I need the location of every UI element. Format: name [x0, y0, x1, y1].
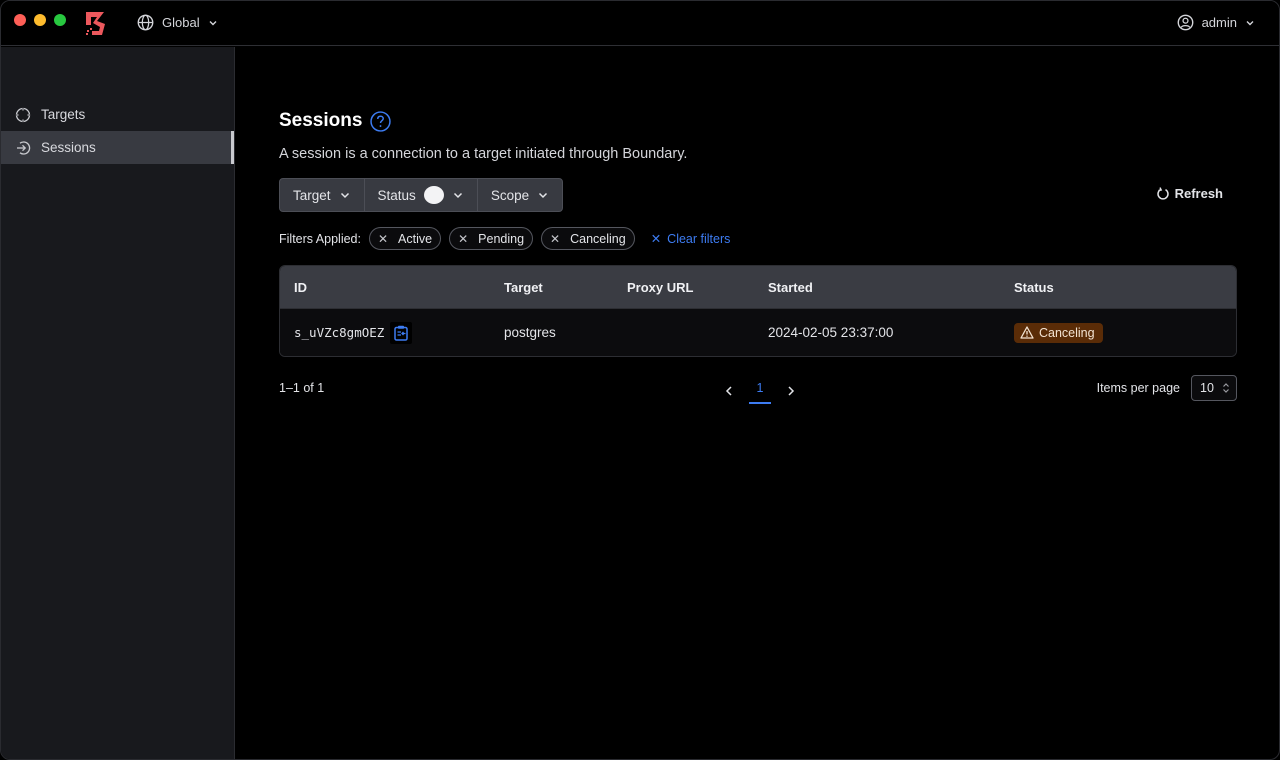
- column-header-status: Status: [1014, 279, 1054, 295]
- chevron-down-icon: [539, 192, 548, 199]
- chevron-down-icon: [453, 192, 462, 199]
- sidebar-item-targets[interactable]: Targets: [1, 98, 234, 131]
- clear-filters-button[interactable]: ✕ Clear filters: [650, 231, 731, 247]
- app-window: Global admin Targets Sessions Sessions A…: [0, 0, 1280, 760]
- sidebar-item-sessions[interactable]: Sessions: [1, 131, 234, 164]
- items-per-page-select[interactable]: 10: [1191, 375, 1237, 401]
- filter-chip-active[interactable]: ✕ Active: [368, 227, 442, 250]
- page-description: A session is a connection to a target in…: [279, 146, 688, 162]
- page-title: Sessions: [279, 110, 363, 131]
- page-header: Sessions: [279, 110, 392, 132]
- user-circle-icon: [1177, 14, 1193, 31]
- chevron-down-icon: [340, 192, 349, 199]
- items-per-page-label: Items per page: [1096, 381, 1180, 395]
- items-per-page-value: 10: [1200, 381, 1214, 395]
- close-window-button[interactable]: [14, 14, 26, 26]
- boundary-logo-icon: [86, 12, 105, 35]
- table-header: ID Target Proxy URL Started Status: [280, 266, 1236, 309]
- close-icon: ✕: [650, 232, 662, 246]
- column-header-started: Started: [768, 279, 813, 295]
- table-row[interactable]: s_uVZc8gmOEZ postgres 2024-02-05 23:37:0…: [280, 309, 1236, 356]
- chevron-down-icon: [209, 20, 217, 25]
- globe-icon: [137, 14, 154, 31]
- crosshair-icon: [15, 107, 31, 122]
- filter-label: Target: [293, 187, 331, 203]
- sidebar-item-label: Sessions: [41, 140, 96, 155]
- scope-filter-button[interactable]: Scope: [478, 179, 562, 211]
- sidebar-item-label: Targets: [41, 107, 86, 122]
- filter-label: Scope: [490, 187, 530, 203]
- session-id-cell: s_uVZc8gmOEZ: [280, 321, 504, 344]
- column-header-target: Target: [504, 279, 543, 295]
- close-icon: ✕: [377, 231, 389, 246]
- sign-in-icon: [17, 140, 31, 155]
- refresh-icon: [1156, 186, 1169, 200]
- filter-chip-pending[interactable]: ✕ Pending: [449, 227, 534, 250]
- filter-count-badge: [423, 186, 444, 204]
- main-content: Sessions A session is a connection to a …: [235, 47, 1279, 759]
- session-id[interactable]: s_uVZc8gmOEZ: [294, 325, 384, 340]
- applied-filters: Filters Applied: ✕ Active ✕ Pending ✕ Ca…: [279, 227, 730, 250]
- chip-label: Active: [398, 231, 433, 246]
- column-header-proxy-url: Proxy URL: [627, 279, 694, 295]
- scope-picker[interactable]: Global: [137, 14, 218, 31]
- status-label: Canceling: [1039, 325, 1095, 340]
- page-number-button[interactable]: 1: [749, 377, 771, 404]
- target-cell[interactable]: postgres: [504, 325, 627, 340]
- filter-label: Status: [377, 187, 416, 203]
- chevron-left-icon: [725, 385, 732, 396]
- status-filter-button[interactable]: Status: [365, 179, 478, 211]
- help-icon[interactable]: [370, 110, 392, 132]
- status-cell: Canceling: [1014, 322, 1236, 343]
- maximize-window-button[interactable]: [54, 14, 66, 26]
- clear-filters-label: Clear filters: [667, 231, 731, 246]
- chevron-right-icon: [788, 385, 795, 396]
- status-badge: Canceling: [1014, 322, 1103, 343]
- user-name: admin: [1201, 15, 1237, 30]
- target-filter-button[interactable]: Target: [280, 179, 365, 211]
- column-header-id: ID: [294, 279, 307, 295]
- copy-button[interactable]: [390, 321, 413, 344]
- previous-page-button[interactable]: [719, 380, 739, 402]
- refresh-button[interactable]: Refresh: [1156, 186, 1223, 201]
- user-menu[interactable]: admin: [1177, 14, 1255, 31]
- window-controls: [14, 14, 66, 26]
- items-per-page: Items per page 10: [1097, 375, 1237, 401]
- sidebar: Targets Sessions: [1, 47, 235, 759]
- chevron-down-icon: [1246, 20, 1254, 25]
- filter-bar: Target Status Scope: [279, 178, 564, 212]
- chip-label: Canceling: [570, 231, 626, 246]
- started-cell: 2024-02-05 23:37:00: [768, 325, 894, 340]
- close-icon: ✕: [458, 231, 469, 246]
- clipboard-copy-icon: [394, 325, 409, 341]
- chevron-up-down-icon: [1223, 383, 1229, 393]
- scope-label: Global: [162, 15, 200, 30]
- chip-label: Pending: [478, 231, 525, 246]
- refresh-label: Refresh: [1174, 186, 1223, 201]
- close-icon: ✕: [550, 231, 561, 246]
- pagination-summary: 1–1 of 1: [279, 381, 325, 395]
- filter-chip-canceling[interactable]: ✕ Canceling: [541, 227, 635, 250]
- top-bar: Global admin: [1, 1, 1279, 46]
- sessions-table: ID Target Proxy URL Started Status s_uVZ…: [279, 265, 1237, 357]
- next-page-button[interactable]: [781, 380, 801, 402]
- minimize-window-button[interactable]: [34, 14, 46, 26]
- pagination: 1: [719, 377, 801, 404]
- warning-triangle-icon: [1020, 326, 1034, 339]
- filters-applied-label: Filters Applied:: [279, 231, 361, 246]
